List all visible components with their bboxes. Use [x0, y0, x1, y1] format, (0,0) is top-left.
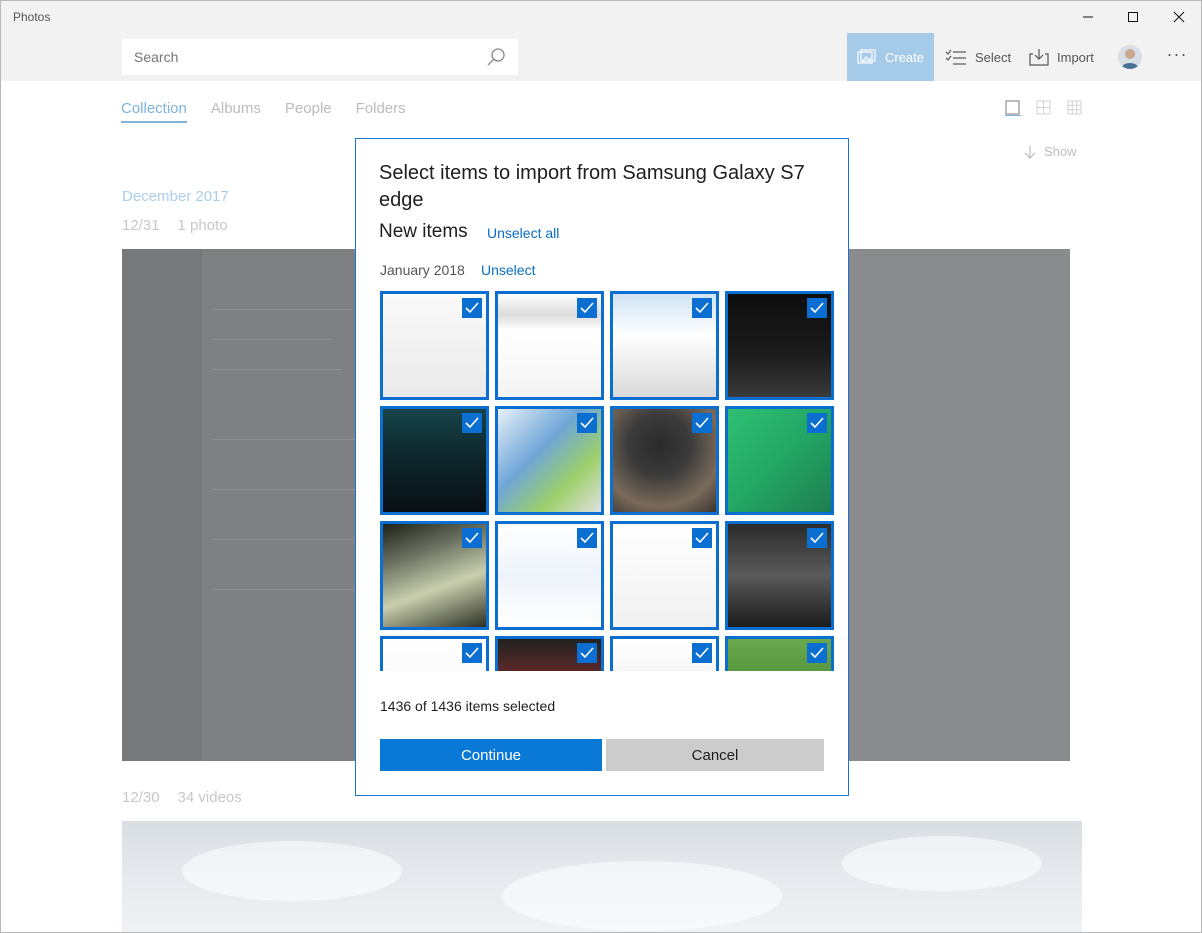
- maximize-icon: [1128, 12, 1138, 22]
- thumbnail-screenshot-white-4[interactable]: [610, 636, 719, 671]
- thumbnail-screenshot-dark-blur[interactable]: [725, 521, 834, 630]
- create-icon: [857, 49, 876, 64]
- thumbnail-screenshot-desktop[interactable]: [495, 406, 604, 515]
- thumbnail-screenshot-dark-text[interactable]: [725, 291, 834, 400]
- search-input[interactable]: [122, 39, 518, 75]
- cancel-button[interactable]: Cancel: [606, 739, 824, 771]
- checkbox-checked-icon[interactable]: [807, 298, 827, 318]
- checkbox-checked-icon[interactable]: [577, 643, 597, 663]
- unselect-group-link[interactable]: Unselect: [481, 262, 535, 278]
- thumbnail-photo-card[interactable]: [380, 521, 489, 630]
- close-icon: [1173, 11, 1185, 23]
- thumbnail-photo-phone-camera[interactable]: [610, 406, 719, 515]
- photos-window: Photos Create: [0, 0, 1202, 933]
- checkbox-checked-icon[interactable]: [807, 528, 827, 548]
- checkbox-checked-icon[interactable]: [692, 643, 712, 663]
- thumbnail-screenshot-dark-teal[interactable]: [380, 406, 489, 515]
- import-group-date: January 2018: [380, 262, 465, 278]
- continue-button[interactable]: Continue: [380, 739, 602, 771]
- checkbox-checked-icon[interactable]: [692, 413, 712, 433]
- selection-count: 1436 of 1436 items selected: [380, 698, 556, 714]
- thumbnail-screenshot-white-1[interactable]: [380, 291, 489, 400]
- select-list-icon: [945, 49, 966, 65]
- dialog-title: Select items to import from Samsung Gala…: [379, 162, 805, 211]
- checkbox-checked-icon[interactable]: [462, 643, 482, 663]
- checkbox-checked-icon[interactable]: [692, 528, 712, 548]
- checkbox-checked-icon[interactable]: [577, 298, 597, 318]
- minimize-icon: [1083, 16, 1093, 18]
- search-icon[interactable]: [486, 47, 506, 67]
- checkbox-checked-icon[interactable]: [577, 528, 597, 548]
- thumbnail-screenshot-white-2[interactable]: [495, 291, 604, 400]
- close-button[interactable]: [1156, 1, 1201, 33]
- dialog-subtitle: New items: [379, 221, 468, 242]
- app-title: Photos: [13, 10, 51, 24]
- thumbnail-screenshot-white-3[interactable]: [380, 636, 489, 671]
- create-button[interactable]: Create: [847, 33, 934, 81]
- checkbox-checked-icon[interactable]: [462, 298, 482, 318]
- search-box: [122, 39, 518, 75]
- title-bar: Photos: [1, 1, 1201, 33]
- checkbox-checked-icon[interactable]: [807, 413, 827, 433]
- select-button[interactable]: Select: [945, 33, 1011, 81]
- more-options-button[interactable]: ···: [1163, 43, 1191, 71]
- thumbnail-grid: [380, 291, 836, 671]
- checkbox-checked-icon[interactable]: [577, 413, 597, 433]
- thumbnail-screenshot-dark-red[interactable]: [495, 636, 604, 671]
- checkbox-checked-icon[interactable]: [692, 298, 712, 318]
- user-avatar-icon: [1121, 49, 1139, 69]
- import-dialog: Select items to import from Samsung Gala…: [355, 138, 849, 796]
- checkbox-checked-icon[interactable]: [807, 643, 827, 663]
- select-label: Select: [975, 49, 1012, 65]
- maximize-button[interactable]: [1110, 1, 1156, 33]
- import-button[interactable]: Import: [1029, 33, 1094, 81]
- minimize-button[interactable]: [1065, 1, 1111, 33]
- checkbox-checked-icon[interactable]: [462, 528, 482, 548]
- thumbnail-photo-green-phones[interactable]: [725, 406, 834, 515]
- import-label: Import: [1057, 49, 1094, 65]
- import-icon: [1029, 49, 1049, 66]
- thumbnail-screenshot-chat[interactable]: [495, 521, 604, 630]
- create-label: Create: [884, 49, 925, 65]
- checkbox-checked-icon[interactable]: [462, 413, 482, 433]
- unselect-all-link[interactable]: Unselect all: [487, 225, 559, 241]
- command-bar: Create Select Import: [1, 33, 1201, 81]
- thumbnail-screenshot-blue-list[interactable]: [610, 291, 719, 400]
- thumbnail-screenshot-settings[interactable]: [610, 521, 719, 630]
- thumbnail-photo-grass-box[interactable]: [725, 636, 834, 671]
- user-avatar[interactable]: [1118, 45, 1142, 69]
